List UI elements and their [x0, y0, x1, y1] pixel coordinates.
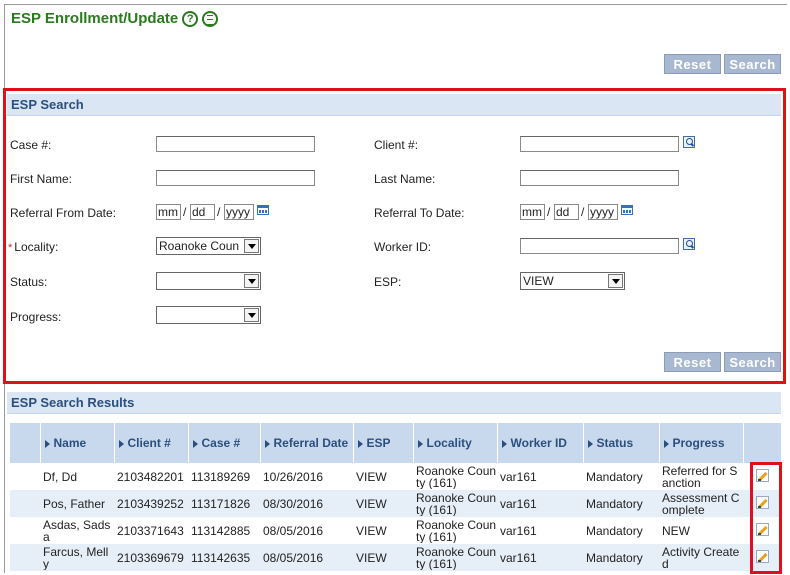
table-row: Df, Dd 2103482201 113189269 10/26/2016 V… [10, 463, 781, 490]
row-progress: Activity Created [662, 545, 740, 570]
row-locality: Roanoke County (161) [416, 491, 497, 516]
row-status: Mandatory [583, 490, 659, 517]
row-esp: VIEW [353, 544, 413, 571]
row-esp: VIEW [356, 523, 387, 538]
col-referral-date-header[interactable]: Referral Date [260, 423, 354, 463]
sort-arrow-icon [663, 439, 669, 448]
row-name: Farcus, Melly [43, 545, 109, 570]
table-row: Asdas, Sadsa 2103371643 113142885 08/05/… [10, 517, 781, 544]
sort-arrow-icon [264, 439, 270, 448]
row-worker-id: var161 [497, 544, 583, 571]
col-client-header[interactable]: Client # [114, 423, 189, 463]
row-client: 2103371643 [117, 523, 184, 538]
page-title: ESP Enrollment/Update [11, 10, 179, 27]
row-esp: VIEW [353, 490, 413, 517]
row-client: 2103439252 [114, 490, 188, 517]
help-icon[interactable]: ? [182, 10, 199, 27]
row-esp: VIEW [356, 469, 387, 484]
col-progress-header[interactable]: Progress [659, 423, 744, 463]
esp-results-header: ESP Search Results [7, 392, 781, 414]
row-worker-id: var161 [500, 523, 537, 538]
col-esp-header[interactable]: ESP [353, 423, 414, 463]
row-referral-date: 08/05/2016 [260, 544, 353, 571]
row-worker-id: var161 [500, 469, 537, 484]
col-name-header[interactable]: Name [40, 423, 115, 463]
sort-arrow-icon [192, 439, 198, 448]
col-case-header[interactable]: Case # [188, 423, 261, 463]
row-worker-id: var161 [497, 490, 583, 517]
row-progress: Assessment Complete [662, 491, 740, 516]
row-referral-date: 08/05/2016 [263, 523, 324, 538]
row-locality: Roanoke County (161) [416, 545, 497, 570]
row-case: 113142635 [188, 544, 260, 571]
col-locality-header[interactable]: Locality [413, 423, 498, 463]
results-header-row: Name Client # Case # Referral Date ESP L… [10, 423, 782, 463]
row-referral-date: 10/26/2016 [263, 469, 324, 484]
sort-arrow-icon [587, 439, 593, 448]
row-locality: Roanoke County (161) [416, 464, 497, 489]
top-reset-button[interactable]: Reset [664, 54, 721, 74]
row-name: Asdas, Sadsa [43, 518, 111, 543]
row-name: Df, Dd [43, 470, 78, 483]
row-case: 113189269 [191, 469, 251, 484]
spacer-header [10, 423, 41, 463]
top-search-button[interactable]: Search [724, 54, 781, 74]
row-case: 113142885 [191, 523, 251, 538]
row-name: Pos, Father [43, 497, 106, 510]
table-row: Farcus, Melly 2103369679 113142635 08/05… [10, 544, 781, 571]
row-client: 2103369679 [114, 544, 188, 571]
row-client: 2103482201 [117, 469, 184, 484]
row-status: Mandatory [586, 469, 643, 484]
results-table: Name Client # Case # Referral Date ESP L… [10, 423, 782, 571]
row-status: Mandatory [586, 523, 643, 538]
sort-arrow-icon [44, 439, 50, 448]
row-referral-date: 08/30/2016 [260, 490, 353, 517]
row-progress: NEW [662, 524, 690, 537]
row-locality: Roanoke County (161) [416, 518, 497, 543]
row-progress: Referred for Sanction [662, 464, 738, 489]
row-case: 113171826 [188, 490, 260, 517]
table-row: Pos, Father 2103439252 113171826 08/30/2… [10, 490, 781, 517]
search-highlight-box [3, 88, 786, 384]
edit-column-highlight-box [750, 462, 782, 574]
col-edit-header [743, 423, 782, 463]
col-worker-id-header[interactable]: Worker ID [497, 423, 584, 463]
sort-arrow-icon [417, 439, 423, 448]
sort-arrow-icon [357, 439, 363, 448]
sort-arrow-icon [501, 439, 507, 448]
document-icon[interactable] [202, 10, 219, 27]
col-status-header[interactable]: Status [583, 423, 660, 463]
sort-arrow-icon [118, 439, 124, 448]
row-status: Mandatory [583, 544, 659, 571]
page-title-bar: ESP Enrollment/Update ? [11, 10, 219, 27]
